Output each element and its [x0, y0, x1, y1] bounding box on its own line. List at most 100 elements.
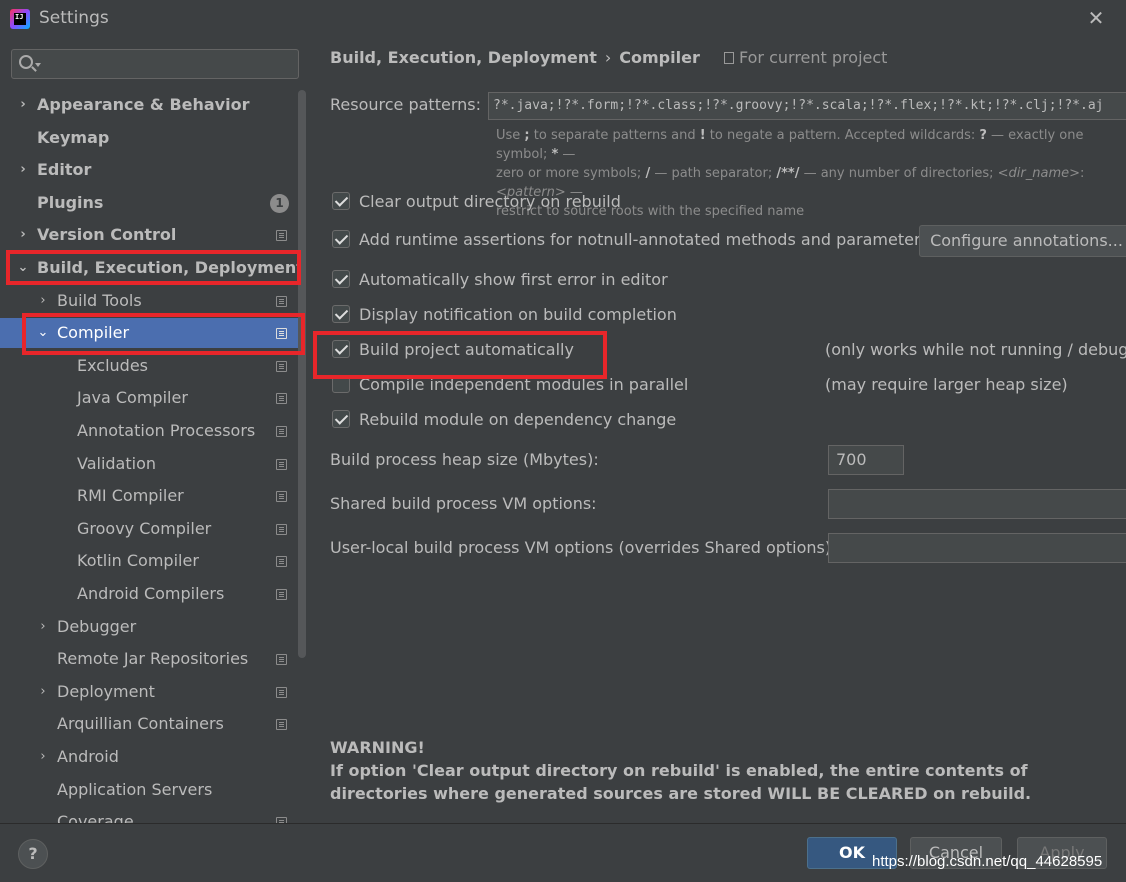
- checkbox-checked[interactable]: [332, 340, 350, 358]
- sidebar-item-label: Deployment: [57, 682, 155, 701]
- chevron-down-icon[interactable]: ⌄: [37, 318, 49, 348]
- chevron-right-icon[interactable]: ›: [37, 742, 49, 772]
- sidebar-item-rmi-compiler[interactable]: RMI Compiler: [0, 481, 298, 511]
- search-dropdown-icon[interactable]: [35, 63, 41, 67]
- sidebar-item-android-compilers[interactable]: Android Compilers: [0, 579, 298, 609]
- option-automatically-show-first-error-in-editor[interactable]: Automatically show first error in editor: [332, 268, 832, 292]
- sidebar-item-label: Application Servers: [57, 780, 213, 799]
- checkbox-label[interactable]: Automatically show first error in editor: [359, 268, 668, 292]
- chevron-right-icon[interactable]: ›: [37, 612, 49, 642]
- sidebar-item-keymap[interactable]: Keymap: [0, 123, 298, 153]
- project-scope-icon: [276, 654, 287, 665]
- sidebar-item-deployment[interactable]: › Deployment: [0, 677, 298, 707]
- option-compile-independent-modules-in-parallel[interactable]: Compile independent modules in parallel: [332, 373, 832, 397]
- help-button[interactable]: ?: [18, 839, 48, 869]
- sidebar-item-build-tools[interactable]: › Build Tools: [0, 286, 298, 316]
- close-icon[interactable]: ✕: [1084, 6, 1108, 30]
- user-vm-options-input[interactable]: [828, 533, 1126, 563]
- settings-content: Build, Execution, Deployment › Compiler Fo…: [308, 38, 1126, 823]
- checkbox-unchecked[interactable]: [332, 375, 350, 393]
- breadcrumb-current: Compiler: [619, 48, 700, 67]
- project-scope-icon: [276, 556, 287, 567]
- sidebar-item-label: Debugger: [57, 617, 137, 636]
- sidebar-item-label: Coverage: [57, 812, 134, 823]
- sidebar-item-remote-jar-repositories[interactable]: Remote Jar Repositories: [0, 644, 298, 674]
- project-scope-icon: [276, 426, 287, 437]
- sidebar-item-label: Build Tools: [57, 291, 142, 310]
- sidebar-item-debugger[interactable]: › Debugger: [0, 612, 298, 642]
- checkbox-label[interactable]: Display notification on build completion: [359, 303, 677, 327]
- option-build-project-automatically[interactable]: Build project automatically: [332, 338, 832, 362]
- sidebar-item-validation[interactable]: Validation: [0, 449, 298, 479]
- resource-patterns-input[interactable]: ?*.java;!?*.form;!?*.class;!?*.groovy;!?…: [488, 92, 1126, 120]
- option-display-notification-on-build-completion[interactable]: Display notification on build completion: [332, 303, 832, 327]
- shared-vm-options-label: Shared build process VM options:: [330, 494, 597, 513]
- checkbox-label[interactable]: Add runtime assertions for notnull-annot…: [359, 228, 929, 252]
- sidebar-item-editor[interactable]: › Editor: [0, 155, 298, 185]
- chevron-right-icon[interactable]: ›: [17, 155, 29, 185]
- chevron-right-icon[interactable]: ›: [17, 220, 29, 250]
- sidebar-item-annotation-processors[interactable]: Annotation Processors: [0, 416, 298, 446]
- app-icon-text: IJ: [15, 13, 24, 21]
- chevron-down-icon[interactable]: ⌄: [17, 253, 29, 283]
- heap-size-input[interactable]: 700: [828, 445, 904, 475]
- warning-message: WARNING! If option 'Clear output directo…: [330, 736, 1120, 805]
- sidebar-item-groovy-compiler[interactable]: Groovy Compiler: [0, 514, 298, 544]
- sidebar-item-application-servers[interactable]: Application Servers: [0, 775, 298, 805]
- sidebar-item-version-control[interactable]: › Version Control: [0, 220, 298, 250]
- project-scope-icon: [276, 393, 287, 404]
- shared-vm-options-input[interactable]: [828, 489, 1126, 519]
- configure-annotations-button[interactable]: Configure annotations...: [919, 225, 1126, 257]
- option-add-runtime-assertions-for-notnull-annotated-methods-and-parameters[interactable]: Add runtime assertions for notnull-annot…: [332, 228, 929, 252]
- intellij-app-icon: IJ: [10, 9, 30, 29]
- project-scope-icon: [276, 459, 287, 470]
- user-vm-options-label: User-local build process VM options (ove…: [330, 538, 837, 557]
- checkbox-checked[interactable]: [332, 270, 350, 288]
- chevron-right-icon[interactable]: ›: [17, 90, 29, 120]
- project-scope-icon: [276, 230, 287, 241]
- chevron-right-icon[interactable]: ›: [37, 677, 49, 707]
- sidebar-item-android[interactable]: › Android: [0, 742, 298, 772]
- sidebar-item-label: Version Control: [37, 225, 177, 244]
- checkbox-label[interactable]: Compile independent modules in parallel: [359, 373, 688, 397]
- checkbox-label[interactable]: Rebuild module on dependency change: [359, 408, 676, 432]
- sidebar-item-arquillian-containers[interactable]: Arquillian Containers: [0, 709, 298, 739]
- sidebar-item-label: Keymap: [37, 128, 110, 147]
- settings-sidebar: › Appearance & Behavior Keymap › Editor Plugi…: [0, 38, 308, 823]
- breadcrumb-separator: ›: [604, 48, 612, 67]
- window-title: Settings: [39, 8, 109, 28]
- project-scope-icon: [276, 328, 287, 339]
- dialog-footer: ? OK Cancel Apply https://blog.csdn.net/…: [0, 823, 1126, 882]
- sidebar-item-label: Validation: [77, 454, 157, 473]
- sidebar-item-label: Build, Execution, Deployment: [37, 258, 304, 277]
- checkbox-checked[interactable]: [332, 410, 350, 428]
- project-scope-icon: [276, 296, 287, 307]
- breadcrumb-parent[interactable]: Build, Execution, Deployment: [330, 48, 597, 67]
- checkbox-label[interactable]: Clear output directory on rebuild: [359, 190, 621, 214]
- checkbox-checked[interactable]: [332, 305, 350, 323]
- checkbox-label[interactable]: Build project automatically: [359, 338, 574, 362]
- project-scope-icon: [276, 589, 287, 600]
- option-rebuild-module-on-dependency-change[interactable]: Rebuild module on dependency change: [332, 408, 832, 432]
- sidebar-item-kotlin-compiler[interactable]: Kotlin Compiler: [0, 546, 298, 576]
- checkbox-checked[interactable]: [332, 230, 350, 248]
- sidebar-item-appearance-behavior[interactable]: › Appearance & Behavior: [0, 90, 298, 120]
- sidebar-item-label: Excludes: [77, 356, 149, 375]
- sidebar-item-label: RMI Compiler: [77, 486, 184, 505]
- project-scope-icon: [276, 687, 287, 698]
- option-clear-output-directory-on-rebuild[interactable]: Clear output directory on rebuild: [332, 190, 832, 214]
- sidebar-item-compiler[interactable]: ⌄ Compiler: [0, 318, 298, 348]
- sidebar-item-label: Arquillian Containers: [57, 714, 224, 733]
- sidebar-scrollbar[interactable]: [298, 90, 306, 658]
- for-current-project: For current project: [724, 48, 887, 67]
- chevron-right-icon[interactable]: ›: [37, 286, 49, 316]
- sidebar-item-java-compiler[interactable]: Java Compiler: [0, 383, 298, 413]
- sidebar-item-coverage[interactable]: Coverage: [0, 807, 298, 823]
- sidebar-item-label: Groovy Compiler: [77, 519, 212, 538]
- checkbox-checked[interactable]: [332, 192, 350, 210]
- sidebar-item-build-execution-deployment[interactable]: ⌄ Build, Execution, Deployment: [0, 253, 304, 283]
- sidebar-item-plugins[interactable]: Plugins 1: [0, 188, 298, 218]
- search-input[interactable]: [11, 49, 299, 79]
- sidebar-item-excludes[interactable]: Excludes: [0, 351, 298, 381]
- watermark-text: https://blog.csdn.net/qq_44628595: [872, 853, 1103, 870]
